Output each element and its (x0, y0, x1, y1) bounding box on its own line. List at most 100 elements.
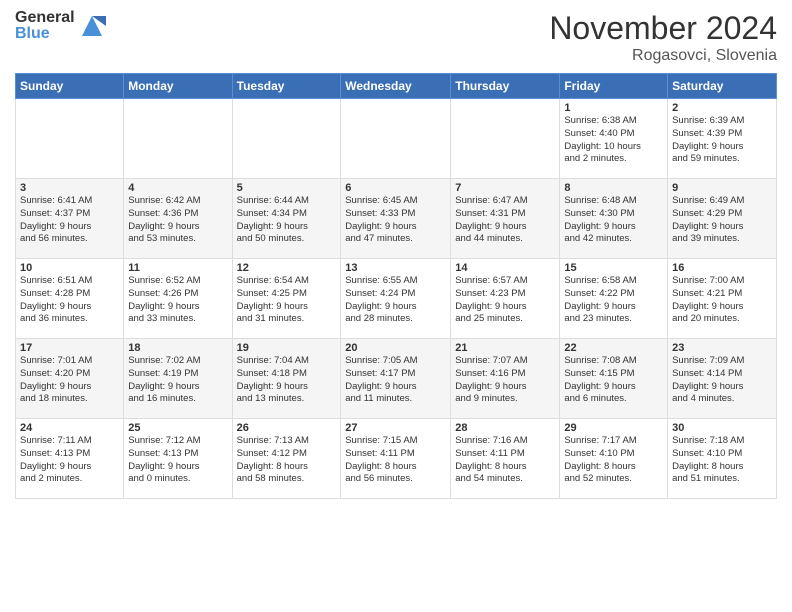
calendar-header-row: SundayMondayTuesdayWednesdayThursdayFrid… (16, 74, 777, 99)
day-number: 6 (345, 182, 446, 194)
weekday-header: Thursday (451, 74, 560, 99)
calendar-cell: 25Sunrise: 7:12 AM Sunset: 4:13 PM Dayli… (124, 419, 232, 499)
calendar-cell (451, 99, 560, 179)
day-number: 24 (20, 422, 119, 434)
calendar-cell: 13Sunrise: 6:55 AM Sunset: 4:24 PM Dayli… (341, 259, 451, 339)
calendar-cell: 15Sunrise: 6:58 AM Sunset: 4:22 PM Dayli… (560, 259, 668, 339)
day-number: 3 (20, 182, 119, 194)
calendar-cell: 7Sunrise: 6:47 AM Sunset: 4:31 PM Daylig… (451, 179, 560, 259)
day-info: Sunrise: 6:49 AM Sunset: 4:29 PM Dayligh… (672, 195, 772, 246)
calendar-cell: 23Sunrise: 7:09 AM Sunset: 4:14 PM Dayli… (668, 339, 777, 419)
day-info: Sunrise: 6:39 AM Sunset: 4:39 PM Dayligh… (672, 115, 772, 166)
day-info: Sunrise: 6:54 AM Sunset: 4:25 PM Dayligh… (237, 275, 337, 326)
day-number: 23 (672, 342, 772, 354)
day-info: Sunrise: 6:48 AM Sunset: 4:30 PM Dayligh… (564, 195, 663, 246)
calendar-cell: 11Sunrise: 6:52 AM Sunset: 4:26 PM Dayli… (124, 259, 232, 339)
calendar-cell: 19Sunrise: 7:04 AM Sunset: 4:18 PM Dayli… (232, 339, 341, 419)
calendar-cell: 12Sunrise: 6:54 AM Sunset: 4:25 PM Dayli… (232, 259, 341, 339)
header: General Blue November 2024 Rogasovci, Sl… (15, 10, 777, 65)
day-number: 13 (345, 262, 446, 274)
calendar-week-row: 1Sunrise: 6:38 AM Sunset: 4:40 PM Daylig… (16, 99, 777, 179)
calendar-week-row: 10Sunrise: 6:51 AM Sunset: 4:28 PM Dayli… (16, 259, 777, 339)
day-number: 12 (237, 262, 337, 274)
day-info: Sunrise: 7:12 AM Sunset: 4:13 PM Dayligh… (128, 435, 227, 486)
calendar-cell: 2Sunrise: 6:39 AM Sunset: 4:39 PM Daylig… (668, 99, 777, 179)
day-info: Sunrise: 6:41 AM Sunset: 4:37 PM Dayligh… (20, 195, 119, 246)
day-info: Sunrise: 7:04 AM Sunset: 4:18 PM Dayligh… (237, 355, 337, 406)
day-info: Sunrise: 7:18 AM Sunset: 4:10 PM Dayligh… (672, 435, 772, 486)
day-info: Sunrise: 7:13 AM Sunset: 4:12 PM Dayligh… (237, 435, 337, 486)
calendar-cell (16, 99, 124, 179)
calendar-cell: 18Sunrise: 7:02 AM Sunset: 4:19 PM Dayli… (124, 339, 232, 419)
calendar-week-row: 24Sunrise: 7:11 AM Sunset: 4:13 PM Dayli… (16, 419, 777, 499)
location-title: Rogasovci, Slovenia (549, 47, 777, 65)
calendar-cell (232, 99, 341, 179)
day-info: Sunrise: 6:51 AM Sunset: 4:28 PM Dayligh… (20, 275, 119, 326)
calendar-cell: 4Sunrise: 6:42 AM Sunset: 4:36 PM Daylig… (124, 179, 232, 259)
calendar-cell: 28Sunrise: 7:16 AM Sunset: 4:11 PM Dayli… (451, 419, 560, 499)
day-number: 2 (672, 102, 772, 114)
day-info: Sunrise: 6:38 AM Sunset: 4:40 PM Dayligh… (564, 115, 663, 166)
day-info: Sunrise: 7:01 AM Sunset: 4:20 PM Dayligh… (20, 355, 119, 406)
calendar-cell: 6Sunrise: 6:45 AM Sunset: 4:33 PM Daylig… (341, 179, 451, 259)
logo: General Blue (15, 10, 106, 42)
calendar-cell: 29Sunrise: 7:17 AM Sunset: 4:10 PM Dayli… (560, 419, 668, 499)
day-info: Sunrise: 6:44 AM Sunset: 4:34 PM Dayligh… (237, 195, 337, 246)
calendar-cell: 5Sunrise: 6:44 AM Sunset: 4:34 PM Daylig… (232, 179, 341, 259)
month-title: November 2024 (549, 10, 777, 47)
day-info: Sunrise: 6:55 AM Sunset: 4:24 PM Dayligh… (345, 275, 446, 326)
day-number: 22 (564, 342, 663, 354)
weekday-header: Friday (560, 74, 668, 99)
calendar-cell: 21Sunrise: 7:07 AM Sunset: 4:16 PM Dayli… (451, 339, 560, 419)
calendar-week-row: 17Sunrise: 7:01 AM Sunset: 4:20 PM Dayli… (16, 339, 777, 419)
day-info: Sunrise: 7:11 AM Sunset: 4:13 PM Dayligh… (20, 435, 119, 486)
day-number: 21 (455, 342, 555, 354)
day-number: 4 (128, 182, 227, 194)
day-info: Sunrise: 7:07 AM Sunset: 4:16 PM Dayligh… (455, 355, 555, 406)
calendar-cell: 22Sunrise: 7:08 AM Sunset: 4:15 PM Dayli… (560, 339, 668, 419)
calendar-cell (341, 99, 451, 179)
day-info: Sunrise: 6:58 AM Sunset: 4:22 PM Dayligh… (564, 275, 663, 326)
day-number: 1 (564, 102, 663, 114)
day-info: Sunrise: 7:08 AM Sunset: 4:15 PM Dayligh… (564, 355, 663, 406)
weekday-header: Wednesday (341, 74, 451, 99)
day-info: Sunrise: 7:05 AM Sunset: 4:17 PM Dayligh… (345, 355, 446, 406)
calendar-table: SundayMondayTuesdayWednesdayThursdayFrid… (15, 73, 777, 499)
calendar-cell: 1Sunrise: 6:38 AM Sunset: 4:40 PM Daylig… (560, 99, 668, 179)
day-number: 30 (672, 422, 772, 434)
day-info: Sunrise: 7:17 AM Sunset: 4:10 PM Dayligh… (564, 435, 663, 486)
calendar-cell: 20Sunrise: 7:05 AM Sunset: 4:17 PM Dayli… (341, 339, 451, 419)
day-number: 19 (237, 342, 337, 354)
calendar-cell: 17Sunrise: 7:01 AM Sunset: 4:20 PM Dayli… (16, 339, 124, 419)
day-number: 26 (237, 422, 337, 434)
day-info: Sunrise: 6:57 AM Sunset: 4:23 PM Dayligh… (455, 275, 555, 326)
day-info: Sunrise: 7:00 AM Sunset: 4:21 PM Dayligh… (672, 275, 772, 326)
logo-icon (78, 12, 106, 40)
calendar-cell: 10Sunrise: 6:51 AM Sunset: 4:28 PM Dayli… (16, 259, 124, 339)
day-number: 15 (564, 262, 663, 274)
calendar-cell: 3Sunrise: 6:41 AM Sunset: 4:37 PM Daylig… (16, 179, 124, 259)
day-number: 5 (237, 182, 337, 194)
day-number: 17 (20, 342, 119, 354)
day-number: 20 (345, 342, 446, 354)
calendar-cell: 9Sunrise: 6:49 AM Sunset: 4:29 PM Daylig… (668, 179, 777, 259)
day-number: 9 (672, 182, 772, 194)
day-info: Sunrise: 6:42 AM Sunset: 4:36 PM Dayligh… (128, 195, 227, 246)
weekday-header: Monday (124, 74, 232, 99)
title-block: November 2024 Rogasovci, Slovenia (549, 10, 777, 65)
calendar-cell: 26Sunrise: 7:13 AM Sunset: 4:12 PM Dayli… (232, 419, 341, 499)
day-number: 27 (345, 422, 446, 434)
day-number: 14 (455, 262, 555, 274)
weekday-header: Saturday (668, 74, 777, 99)
calendar-cell: 8Sunrise: 6:48 AM Sunset: 4:30 PM Daylig… (560, 179, 668, 259)
calendar-cell: 16Sunrise: 7:00 AM Sunset: 4:21 PM Dayli… (668, 259, 777, 339)
day-number: 7 (455, 182, 555, 194)
day-number: 10 (20, 262, 119, 274)
day-number: 28 (455, 422, 555, 434)
day-number: 25 (128, 422, 227, 434)
day-number: 8 (564, 182, 663, 194)
weekday-header: Sunday (16, 74, 124, 99)
day-info: Sunrise: 7:15 AM Sunset: 4:11 PM Dayligh… (345, 435, 446, 486)
day-info: Sunrise: 7:09 AM Sunset: 4:14 PM Dayligh… (672, 355, 772, 406)
day-number: 29 (564, 422, 663, 434)
